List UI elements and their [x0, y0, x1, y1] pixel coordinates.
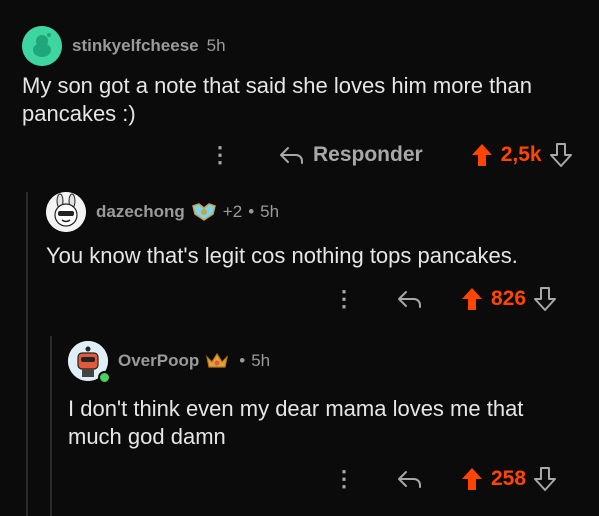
comment-2-actions: ⋮ 826 — [333, 284, 557, 314]
vote-score: 2,5k — [500, 143, 542, 166]
upvote-arrow-icon[interactable] — [461, 467, 483, 491]
comment-body: My son got a note that said she loves hi… — [22, 73, 532, 126]
separator-dot: • — [239, 351, 246, 370]
award-crown-icon[interactable] — [205, 351, 229, 371]
username[interactable]: OverPoop — [118, 351, 199, 371]
thread-line[interactable] — [26, 192, 28, 516]
comment-3-header: OverPoop • 5h — [68, 341, 271, 384]
comment-body: You know that's legit cos nothing tops p… — [46, 243, 518, 268]
reply-arrow-icon — [398, 291, 421, 308]
downvote-arrow-icon[interactable] — [549, 143, 572, 167]
comment-body: I don't think even my dear mama loves me… — [68, 396, 524, 449]
more-options-icon[interactable]: ⋮ — [333, 288, 355, 310]
comment-1-header: stinkyelfcheese 5h — [22, 26, 226, 66]
comment-2-header: dazechong +2 • 5h — [46, 192, 279, 232]
vote-score: 826 — [491, 287, 527, 310]
timestamp: 5h — [251, 351, 271, 370]
upvote-arrow-icon[interactable] — [471, 143, 493, 167]
avatar[interactable] — [68, 341, 111, 384]
downvote-arrow-icon[interactable] — [534, 467, 557, 491]
comment-1-actions: ⋮ Responder 2,5k — [209, 140, 572, 170]
vote-control: 258 — [461, 467, 557, 491]
vote-control: 826 — [461, 287, 557, 311]
vote-score: 258 — [491, 467, 527, 490]
avatar[interactable] — [22, 26, 62, 66]
reply-label: Responder — [313, 143, 423, 166]
timestamp: 5h — [260, 202, 280, 221]
reply-arrow-icon — [280, 147, 303, 164]
upvote-arrow-icon[interactable] — [461, 287, 483, 311]
username[interactable]: stinkyelfcheese — [72, 36, 199, 56]
more-options-icon[interactable]: ⋮ — [209, 144, 231, 166]
bunny-avatar-icon — [46, 192, 86, 232]
reply-button[interactable]: Responder — [279, 143, 423, 167]
more-options-icon[interactable]: ⋮ — [333, 468, 355, 490]
online-status-indicator — [98, 371, 111, 384]
award-badge-icon[interactable] — [191, 202, 217, 222]
timestamp: 5h — [206, 36, 226, 55]
reply-arrow-icon — [398, 471, 421, 488]
snoo-avatar-icon — [22, 26, 62, 66]
vote-control: 2,5k — [471, 143, 572, 167]
username[interactable]: dazechong — [96, 202, 185, 222]
avatar[interactable] — [46, 192, 86, 232]
thread-line[interactable] — [50, 336, 52, 516]
reply-button[interactable] — [397, 289, 423, 309]
downvote-arrow-icon[interactable] — [534, 287, 557, 311]
comment-3-actions: ⋮ 258 — [333, 464, 557, 494]
reply-button[interactable] — [397, 469, 423, 489]
separator-dot: • — [248, 202, 255, 221]
award-count: +2 — [222, 202, 243, 221]
